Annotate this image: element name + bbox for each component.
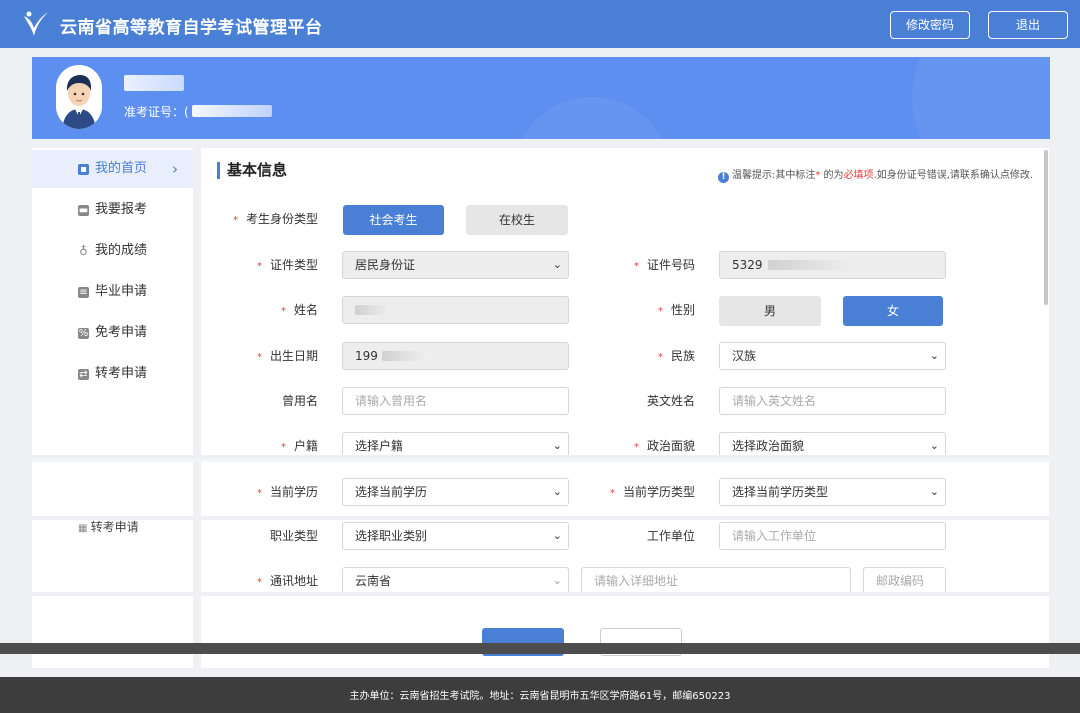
id-type-value: 居民身份证 xyxy=(355,258,416,272)
sidebar-item-label: 我的首页 xyxy=(95,161,148,176)
gender-label: * 性别 xyxy=(657,303,695,317)
ethnicity-value: 汉族 xyxy=(732,349,757,363)
identity-type-label: * 考生身份类型 xyxy=(232,212,318,226)
birthdate-field[interactable]: 199 xyxy=(342,342,569,370)
employer-input[interactable]: 请输入工作单位 xyxy=(719,522,946,550)
gender-male-button[interactable]: 男 xyxy=(719,296,821,326)
sidebar-item-transfer-duplicate: ▦ 转考申请 xyxy=(78,520,139,534)
former-name-label: 曾用名 xyxy=(281,394,318,408)
score-icon: ♁ xyxy=(79,244,88,258)
tip-middle: 的为 xyxy=(820,170,844,181)
scrollbar[interactable] xyxy=(1044,150,1048,305)
change-password-button[interactable]: 修改密码 xyxy=(890,11,970,39)
chevron-down-icon: ⌄ xyxy=(552,574,562,587)
sidebar-item-graduation[interactable]: ≡ 毕业申请 xyxy=(32,273,193,311)
birthdate-value: 199 xyxy=(355,349,378,363)
occupation-select[interactable]: 选择职业类别 ⌄ xyxy=(342,522,569,550)
sidebar-item-label: 转考申请 xyxy=(95,366,148,381)
identity-student-button[interactable]: 在校生 xyxy=(466,205,568,235)
sidebar-item-label: 我的成绩 xyxy=(95,243,148,258)
id-type-select[interactable]: 居民身份证 ⌄ xyxy=(342,251,569,279)
overlay-bar xyxy=(0,643,1080,654)
identity-social-button[interactable]: 社会考生 xyxy=(343,205,444,235)
chevron-right-icon: › xyxy=(172,160,178,178)
logout-button[interactable]: 退出 xyxy=(988,11,1068,39)
id-number-redacted xyxy=(768,260,859,270)
chevron-down-icon: ⌄ xyxy=(552,529,562,542)
sidebar-item-home[interactable]: ▪ 我的首页 › xyxy=(32,150,193,188)
graduation-icon: ≡ xyxy=(78,287,89,298)
sidebar: ▪ 我的首页 › ▬ 我要报考 ♁ 我的成绩 ≡ 毕业申请 % 免考申请 ⇄ 转… xyxy=(32,148,193,668)
section-title: 基本信息 xyxy=(217,162,287,179)
id-type-label: * 证件类型 xyxy=(256,258,318,272)
political-value: 选择政治面貌 xyxy=(732,439,805,453)
banner-decoration xyxy=(512,97,672,139)
name-label: * 姓名 xyxy=(280,303,318,317)
tip-text: ! 温馨提示:其中标注* 的为必填项.如身份证号错误,请联系确认点修改. xyxy=(718,166,1033,183)
sidebar-item-label: 毕业申请 xyxy=(95,284,148,299)
chevron-down-icon: ⌄ xyxy=(552,258,562,271)
transfer-icon: ⇄ xyxy=(78,369,89,380)
scroll-seam xyxy=(32,459,1050,462)
gender-female-button[interactable]: 女 xyxy=(843,296,943,326)
sidebar-item-transfer[interactable]: ⇄ 转考申请 xyxy=(32,355,193,393)
education-select[interactable]: 选择当前学历 ⌄ xyxy=(342,478,569,506)
sidebar-item-label: 免考申请 xyxy=(95,325,148,340)
tip-suffix: .如身份证号错误,请联系确认点修改. xyxy=(873,170,1034,181)
employer-label: 工作单位 xyxy=(646,529,695,543)
footer: 主办单位：云南省招生考试院。地址：云南省昆明市五华区学府路61号，邮编65022… xyxy=(0,677,1080,713)
english-name-input[interactable]: 请输入英文姓名 xyxy=(719,387,946,415)
education-value: 选择当前学历 xyxy=(355,485,428,499)
id-number-field[interactable]: 5329 xyxy=(719,251,946,279)
province-select[interactable]: 云南省 ⌄ xyxy=(342,567,569,595)
profile-banner: 准考证号：( xyxy=(32,57,1050,139)
platform-logo-icon xyxy=(24,11,48,36)
id-number-value: 5329 xyxy=(732,258,763,272)
info-icon: ! xyxy=(718,172,729,183)
birthdate-label: * 出生日期 xyxy=(256,349,318,363)
sidebar-item-exemption[interactable]: % 免考申请 xyxy=(32,314,193,352)
postcode-input[interactable]: 邮政编码 xyxy=(863,567,946,595)
platform-title: 云南省高等教育自学考试管理平台 xyxy=(60,18,323,38)
former-name-input[interactable]: 请输入曾用名 xyxy=(342,387,569,415)
tip-prefix: 温馨提示:其中标注 xyxy=(732,170,816,181)
chevron-down-icon: ⌄ xyxy=(929,485,939,498)
sidebar-item-register[interactable]: ▬ 我要报考 xyxy=(32,191,193,229)
occupation-value: 选择职业类别 xyxy=(355,529,428,543)
occupation-label: 职业类型 xyxy=(269,529,318,543)
exam-number-label: 准考证号：( xyxy=(124,105,189,119)
household-value: 选择户籍 xyxy=(355,439,404,453)
chevron-down-icon: ⌄ xyxy=(552,485,562,498)
avatar xyxy=(56,65,102,129)
name-redacted xyxy=(355,305,391,315)
exam-number-redacted xyxy=(192,105,272,117)
address-label: * 通讯地址 xyxy=(256,574,318,588)
english-name-label: 英文姓名 xyxy=(646,394,695,408)
id-number-label: * 证件号码 xyxy=(633,258,695,272)
ethnicity-label: * 民族 xyxy=(657,349,695,363)
ethnicity-select[interactable]: 汉族 ⌄ xyxy=(719,342,946,370)
birthdate-redacted xyxy=(381,351,428,361)
top-bar: 云南省高等教育自学考试管理平台 修改密码 退出 xyxy=(0,0,1080,48)
scroll-seam xyxy=(0,516,1080,520)
home-icon: ▪ xyxy=(78,164,89,175)
education-label: * 当前学历 xyxy=(256,485,318,499)
sidebar-item-label: 我要报考 xyxy=(95,202,148,217)
name-field[interactable] xyxy=(342,296,569,324)
banner-decoration xyxy=(912,57,1050,139)
education-type-value: 选择当前学历类型 xyxy=(732,485,829,499)
address-detail-input[interactable]: 请输入详细地址 xyxy=(581,567,851,595)
register-icon: ▬ xyxy=(78,205,89,216)
sidebar-item-scores[interactable]: ♁ 我的成绩 xyxy=(32,232,193,270)
chevron-down-icon: ⌄ xyxy=(929,349,939,362)
exemption-icon: % xyxy=(78,328,89,339)
province-value: 云南省 xyxy=(355,574,392,588)
education-type-select[interactable]: 选择当前学历类型 ⌄ xyxy=(719,478,946,506)
education-type-label: * 当前学历类型 xyxy=(609,485,695,499)
tip-required: 必填项 xyxy=(843,170,874,181)
user-avatar-icon xyxy=(56,65,102,129)
student-name-redacted xyxy=(124,75,184,91)
scroll-seam xyxy=(0,592,1080,596)
